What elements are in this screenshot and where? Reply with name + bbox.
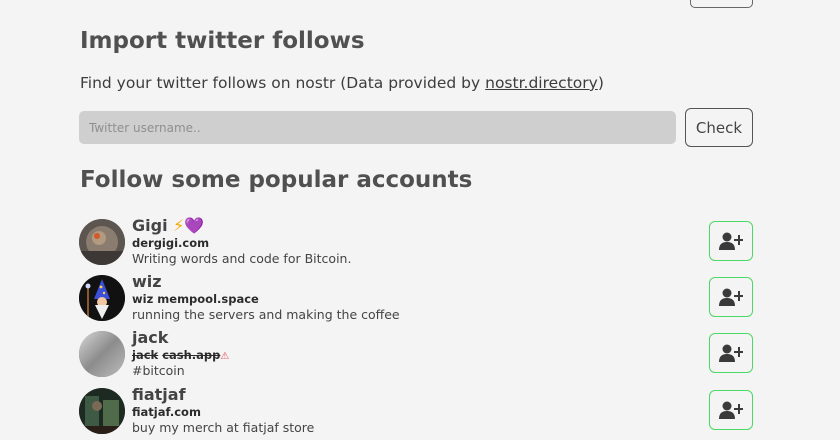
account-about: #bitcoin [132,363,185,378]
user-plus-icon [719,288,743,306]
popular-accounts-title: Follow some popular accounts [80,167,473,193]
nip05-identifier: jack cash.app⚠ [132,348,229,362]
nip05-domain: fiatjaf.com [132,405,201,419]
twitter-username-input[interactable] [79,111,676,144]
import-description: Find your twitter follows on nostr (Data… [80,74,604,92]
nip05-domain: dergigi.com [132,236,210,250]
account-name[interactable]: jack [132,328,168,347]
avatar[interactable] [79,219,125,265]
account-name[interactable]: wiz [132,272,162,291]
import-description-text: Find your twitter follows on nostr (Data… [80,74,486,92]
follow-button[interactable] [709,277,753,317]
account-name[interactable]: fiatjaf [132,385,186,404]
zap-emoji: ⚡ [173,216,185,235]
account-about: Writing words and code for Bitcoin. [132,251,352,266]
follow-button[interactable] [709,390,753,430]
warning-icon: ⚠ [220,351,230,362]
nip05-domain: mempool.space [157,292,259,306]
user-plus-icon [719,232,743,250]
account-name[interactable]: Gigi ⚡💜 [132,216,204,235]
account-item-fiatjaf: fiatjaf fiatjaf.com buy my merch at fiat… [79,385,754,436]
avatar[interactable] [79,388,125,434]
nostr-directory-link[interactable]: nostr.directory [485,74,598,92]
account-about: running the servers and making the coffe… [132,307,400,322]
avatar[interactable] [79,275,125,321]
import-section-title: Import twitter follows [80,28,365,54]
nip05-user: jack [132,348,159,362]
follow-button[interactable] [709,221,753,261]
account-item-wiz: wiz wiz mempool.space running the server… [79,272,754,323]
account-item-jack: jack jack cash.app⚠ #bitcoin [79,328,754,379]
partial-top-button[interactable] [690,0,753,8]
nip05-identifier: fiatjaf.com [132,405,201,419]
nip05-domain: cash.app [162,348,221,362]
follow-button[interactable] [709,333,753,373]
nip05-identifier: wiz mempool.space [132,292,259,306]
import-description-suffix: ) [597,74,604,92]
user-plus-icon [719,344,743,362]
nip05-identifier: dergigi.com [132,236,209,250]
avatar[interactable] [79,331,125,377]
account-item-gigi: Gigi ⚡💜 dergigi.com Writing words and co… [79,216,754,267]
purple-heart-emoji: 💜 [184,216,205,235]
user-plus-icon [719,401,743,419]
account-about: buy my merch at fiatjaf store [132,420,315,435]
nip05-user: wiz [132,292,154,306]
check-button[interactable]: Check [685,108,753,147]
account-name-text: Gigi [132,216,168,235]
